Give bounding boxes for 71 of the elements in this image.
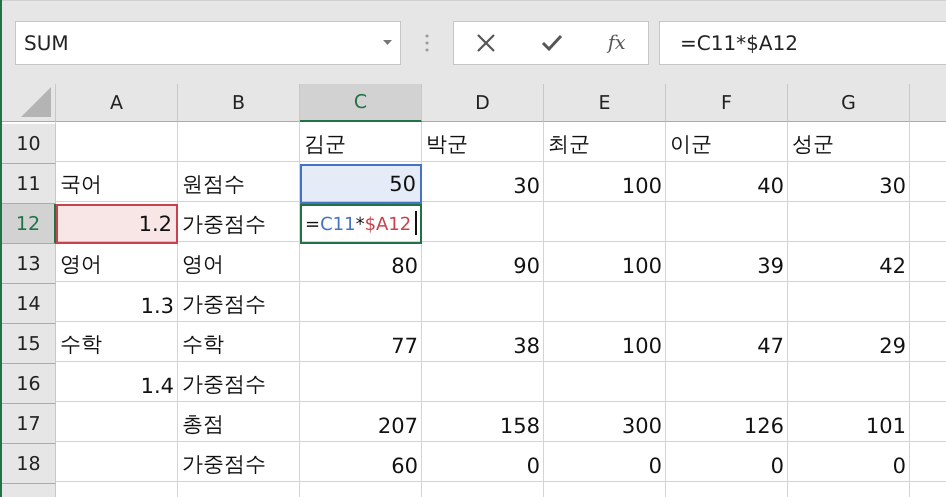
confirm-button[interactable] bbox=[541, 34, 564, 52]
referenced-cell: 1.2 bbox=[56, 204, 178, 244]
row-header[interactable]: 15 bbox=[2, 324, 56, 364]
table-cell-text: 영어 bbox=[181, 251, 225, 278]
column-header[interactable]: E bbox=[544, 84, 666, 122]
row-header[interactable]: 18 bbox=[2, 444, 56, 484]
table-cell-text: 원점수 bbox=[181, 171, 246, 198]
table-cell-text: 38 bbox=[512, 333, 541, 360]
table-cell-text: 29 bbox=[878, 333, 907, 360]
table-cell-text: 39 bbox=[756, 253, 785, 280]
table-cell-text: 90 bbox=[512, 253, 541, 280]
table-cell-text: 100 bbox=[620, 333, 663, 360]
row-header[interactable]: 12 bbox=[2, 204, 56, 244]
referenced-cell: 50 bbox=[300, 164, 422, 204]
table-cell-text: 0 bbox=[770, 453, 785, 480]
table-cell-text: 0 bbox=[892, 453, 907, 480]
table-cell-text: 수학 bbox=[59, 331, 103, 358]
formula-text: =C11*$A12 bbox=[305, 214, 412, 235]
row-header[interactable]: 11 bbox=[2, 164, 56, 204]
select-all-corner[interactable] bbox=[2, 84, 56, 122]
table-cell-text: 126 bbox=[742, 413, 785, 440]
cancel-button[interactable] bbox=[476, 32, 496, 52]
table-cell-text: 0 bbox=[648, 453, 663, 480]
insert-function-button[interactable]: fx bbox=[608, 32, 626, 54]
grip-icon bbox=[425, 32, 429, 52]
table-cell-text: 42 bbox=[878, 253, 907, 280]
table-cell-text: 158 bbox=[498, 413, 541, 440]
row-header[interactable]: 10 bbox=[2, 124, 56, 164]
editing-cell[interactable]: =C11*$A12 bbox=[300, 204, 422, 244]
table-cell-text: 30 bbox=[878, 173, 907, 200]
column-header[interactable]: G bbox=[788, 84, 910, 122]
table-cell-text: 김군 bbox=[303, 131, 347, 158]
table-cell-text: 1.4 bbox=[140, 373, 175, 400]
name-box[interactable]: SUM bbox=[15, 20, 401, 64]
table-cell-text: 가중점수 bbox=[181, 371, 267, 398]
row-header[interactable]: 14 bbox=[2, 284, 56, 324]
table-cell-text: 40 bbox=[756, 173, 785, 200]
table-cell-text: 최군 bbox=[547, 131, 591, 158]
row-header[interactable]: 17 bbox=[2, 404, 56, 444]
table-cell-text: 이군 bbox=[669, 131, 713, 158]
table-cell-text: 101 bbox=[864, 413, 907, 440]
dropdown-icon bbox=[383, 40, 392, 45]
column-header[interactable] bbox=[910, 84, 946, 122]
table-cell-text: 100 bbox=[620, 253, 663, 280]
table-cell-text: 30 bbox=[512, 173, 541, 200]
column-header[interactable]: B bbox=[178, 84, 300, 122]
table-cell-text: 성군 bbox=[791, 131, 835, 158]
table-cell-text: 총점 bbox=[181, 411, 225, 438]
column-header[interactable]: D bbox=[422, 84, 544, 122]
row-header[interactable]: 16 bbox=[2, 364, 56, 404]
row-header[interactable]: 13 bbox=[2, 244, 56, 284]
table-cell-text: 가중점수 bbox=[181, 291, 267, 318]
table-cell-text: 가중점수 bbox=[181, 211, 267, 238]
table-cell-text: 60 bbox=[390, 453, 419, 480]
column-header[interactable]: F bbox=[666, 84, 788, 122]
table-cell-text: 가중점수 bbox=[181, 451, 267, 478]
table-cell-text: 박군 bbox=[425, 131, 469, 158]
table-cell-text: 영어 bbox=[59, 251, 103, 278]
formula-field[interactable]: =C11*$A12 bbox=[659, 20, 946, 64]
column-header[interactable]: C bbox=[300, 84, 422, 122]
table-cell-text: 수학 bbox=[181, 331, 225, 358]
table-cell-text: 국어 bbox=[59, 171, 103, 198]
table-cell-text: 80 bbox=[390, 253, 419, 280]
table-cell-text: 1.3 bbox=[140, 293, 175, 320]
table-cell-text: 77 bbox=[390, 333, 419, 360]
table-cell-text: 100 bbox=[620, 173, 663, 200]
table-cell-text: 0 bbox=[526, 453, 541, 480]
column-header[interactable]: A bbox=[56, 84, 178, 122]
table-cell-text: 207 bbox=[376, 413, 419, 440]
table-cell-text: 300 bbox=[620, 413, 663, 440]
table-cell-text: 47 bbox=[756, 333, 785, 360]
